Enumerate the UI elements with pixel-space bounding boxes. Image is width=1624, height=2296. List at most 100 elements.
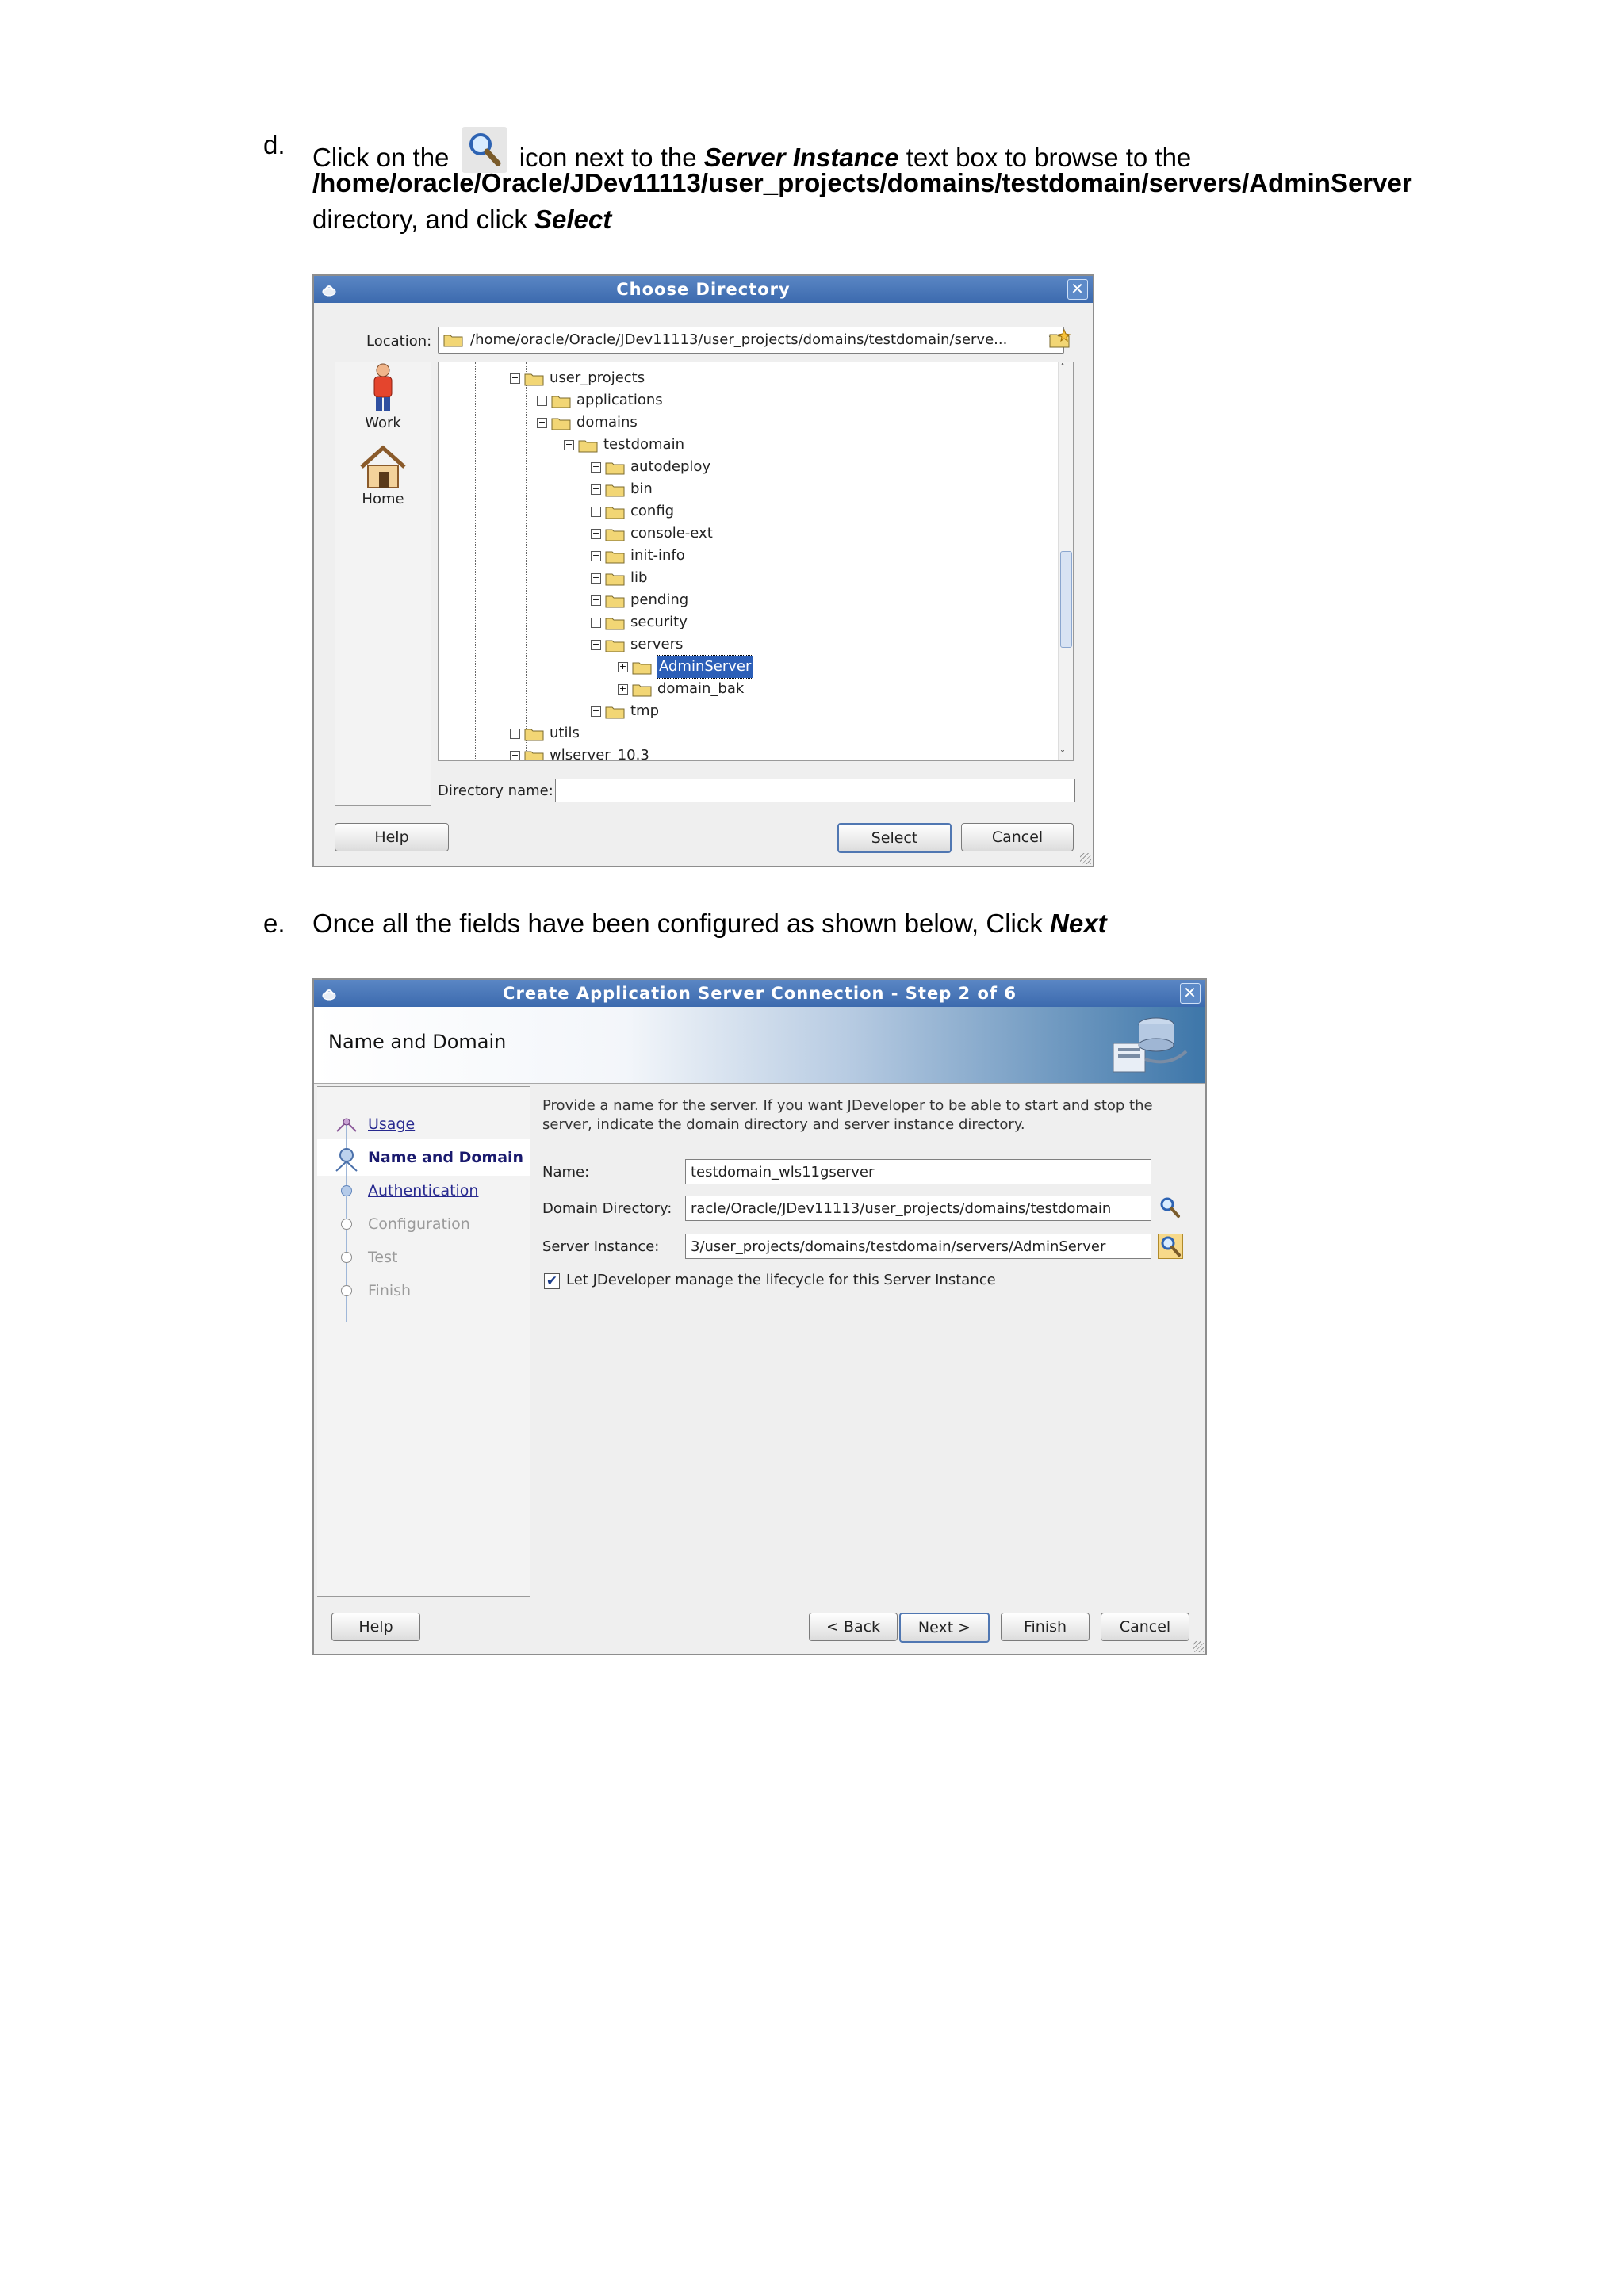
wizard-description-line1: Provide a name for the server. If you wa… xyxy=(542,1097,1153,1114)
home-icon xyxy=(360,445,406,488)
tree-node[interactable]: − servers xyxy=(591,633,924,656)
expand-icon[interactable]: + xyxy=(591,573,601,584)
wizard-cancel-button[interactable]: Cancel xyxy=(1101,1613,1189,1641)
folder-icon xyxy=(605,618,625,630)
help-button-label: Help xyxy=(374,828,409,846)
collapse-icon[interactable]: − xyxy=(510,373,520,384)
wizard-step-usage[interactable]: Usage xyxy=(368,1115,415,1133)
cancel-button[interactable]: Cancel xyxy=(961,823,1074,851)
select-button[interactable]: Select xyxy=(837,823,952,853)
tree-node[interactable]: + init-info xyxy=(591,545,924,567)
location-combo[interactable]: /home/oracle/Oracle/JDev11113/user_proje… xyxy=(438,327,1064,354)
browse-domain-search-icon[interactable] xyxy=(1158,1196,1182,1219)
close-icon[interactable]: ✕ xyxy=(1180,983,1201,1004)
cancel-button-label: Cancel xyxy=(991,828,1044,846)
folder-icon xyxy=(605,507,625,519)
resize-grip[interactable] xyxy=(1193,1641,1204,1652)
collapse-icon[interactable]: − xyxy=(591,640,601,650)
browse-server-instance-search-icon[interactable] xyxy=(1158,1234,1183,1259)
folder-icon xyxy=(524,373,544,386)
wizard-help-label: Help xyxy=(358,1618,393,1636)
expand-icon[interactable]: + xyxy=(591,507,601,517)
tree-node[interactable]: + AdminServer xyxy=(618,655,951,679)
tree-node-label: wlserver_10.3 xyxy=(550,747,649,761)
wizard-steps-nav: Usage Name and Domain Authentication Con… xyxy=(317,1086,530,1597)
choose-directory-titlebar[interactable]: Choose Directory ✕ xyxy=(314,276,1093,303)
finish-button[interactable]: Finish xyxy=(1001,1613,1090,1641)
resize-grip[interactable] xyxy=(1080,853,1091,864)
expand-icon[interactable]: + xyxy=(510,751,520,760)
name-label: Name: xyxy=(542,1164,590,1181)
tree-node[interactable]: + security xyxy=(591,611,924,633)
folder-icon xyxy=(605,529,625,541)
tree-node[interactable]: + console-ext xyxy=(591,522,924,545)
tree-node[interactable]: + wlserver_10.3 xyxy=(510,744,843,761)
folder-icon xyxy=(551,418,571,430)
choose-directory-dialog: Choose Directory ✕ L Location: /home/ora… xyxy=(312,274,1094,867)
folder-icon xyxy=(524,729,544,741)
tree-node[interactable]: − user_projects xyxy=(510,367,843,389)
step-e-text: Once all the fields have been configured… xyxy=(312,905,1107,942)
name-input[interactable]: testdomain_wls11gserver xyxy=(685,1159,1151,1184)
collapse-icon[interactable]: − xyxy=(564,440,574,450)
expand-icon[interactable]: + xyxy=(591,595,601,606)
folder-icon xyxy=(551,396,571,408)
expand-icon[interactable]: + xyxy=(510,729,520,739)
domain-directory-input[interactable]: racle/Oracle/JDev11113/user_projects/dom… xyxy=(685,1196,1151,1221)
scroll-thumb[interactable] xyxy=(1060,551,1072,648)
tree-node[interactable]: + utils xyxy=(510,722,843,744)
back-button[interactable]: < Back xyxy=(809,1613,898,1641)
expand-icon[interactable]: + xyxy=(591,551,601,561)
folder-icon xyxy=(443,335,463,347)
server-instance-input[interactable]: 3/user_projects/domains/testdomain/serve… xyxy=(685,1234,1151,1259)
tree-node[interactable]: − domains xyxy=(537,411,870,434)
tree-node[interactable]: + applications xyxy=(537,389,870,411)
expand-icon[interactable]: + xyxy=(591,618,601,628)
expand-icon[interactable]: + xyxy=(537,396,547,406)
next-button[interactable]: Next > xyxy=(899,1613,990,1643)
tree-node-label: applications xyxy=(576,392,663,408)
directory-tree[interactable]: ˄ ˅ − user_projects + applications − domains −… xyxy=(438,362,1074,761)
collapse-icon[interactable]: − xyxy=(537,418,547,428)
new-folder-icon[interactable] xyxy=(1048,328,1072,350)
expand-icon[interactable]: + xyxy=(618,662,628,672)
tree-node[interactable]: + domain_bak xyxy=(618,678,951,700)
expand-icon[interactable]: + xyxy=(591,529,601,539)
directory-name-label: Directory name: xyxy=(438,783,553,799)
expand-icon[interactable]: + xyxy=(591,484,601,495)
select-emphasis: Select xyxy=(534,205,612,234)
tree-node-label: servers xyxy=(630,636,684,652)
tree-node[interactable]: + tmp xyxy=(591,700,924,722)
back-label: < Back xyxy=(825,1618,881,1636)
scroll-down-icon[interactable]: ˅ xyxy=(1060,749,1065,760)
expand-icon[interactable]: + xyxy=(591,462,601,473)
manage-lifecycle-checkbox[interactable]: ✔ xyxy=(544,1273,560,1289)
step-e-marker: e. xyxy=(263,909,285,938)
expand-icon[interactable]: + xyxy=(591,706,601,717)
tree-node[interactable]: + pending xyxy=(591,589,924,611)
wizard-step-authentication[interactable]: Authentication xyxy=(368,1182,478,1200)
folder-icon xyxy=(605,640,625,652)
wizard-titlebar[interactable]: Create Application Server Connection - S… xyxy=(314,980,1205,1007)
directory-name-input[interactable] xyxy=(555,779,1075,802)
next-label: Next > xyxy=(917,1619,971,1636)
tree-node[interactable]: + lib xyxy=(591,567,924,589)
tree-node-label: console-ext xyxy=(630,525,713,541)
wizard-step-configuration: Configuration xyxy=(368,1215,470,1233)
tree-node[interactable]: + bin xyxy=(591,478,924,500)
wizard-help-button[interactable]: Help xyxy=(331,1613,420,1641)
tree-node[interactable]: − testdomain xyxy=(564,434,897,456)
tree-node[interactable]: + config xyxy=(591,500,924,522)
expand-icon[interactable]: + xyxy=(618,684,628,695)
wizard-description-line2: server, indicate the domain directory an… xyxy=(542,1116,1025,1133)
finish-label: Finish xyxy=(1023,1618,1067,1636)
place-work[interactable]: Work xyxy=(335,362,431,431)
close-icon[interactable]: ✕ xyxy=(1067,279,1088,300)
step-d-line3: directory, and click Select xyxy=(312,201,611,238)
tree-scrollbar[interactable]: ˄ ˅ xyxy=(1058,362,1073,760)
place-home[interactable]: Home xyxy=(335,445,431,507)
help-button[interactable]: Help xyxy=(335,823,449,851)
tree-node[interactable]: + autodeploy xyxy=(591,456,924,478)
scroll-up-icon[interactable]: ˄ xyxy=(1060,362,1065,373)
folder-icon xyxy=(524,751,544,760)
